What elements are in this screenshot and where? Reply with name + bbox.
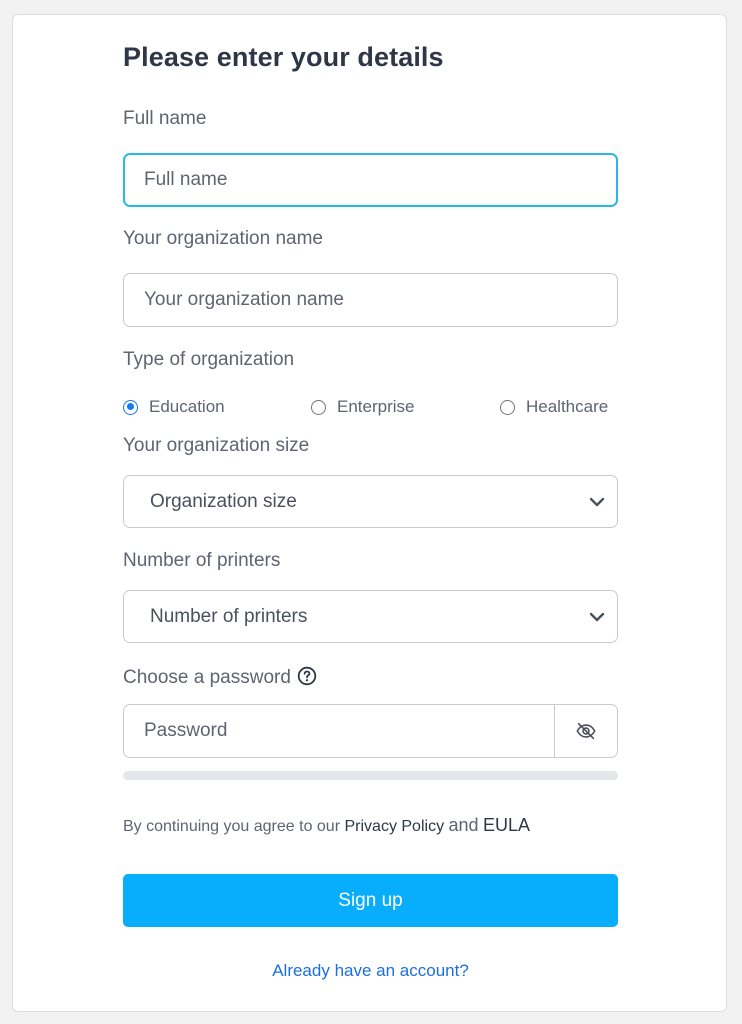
- sign-up-button[interactable]: Sign up: [123, 874, 618, 927]
- password-label: Choose a password: [123, 667, 291, 688]
- eula-link[interactable]: EULA: [483, 815, 530, 835]
- org-name-input[interactable]: [124, 274, 617, 326]
- radio-healthcare[interactable]: Healthcare: [500, 397, 608, 417]
- org-size-selected-value: Organization size: [150, 490, 297, 512]
- already-have-account-link[interactable]: Already have an account?: [272, 961, 469, 980]
- printers-select[interactable]: Number of printers: [123, 590, 618, 643]
- org-type-radio-group: Education Enterprise Healthcare: [123, 397, 618, 421]
- password-field-wrapper: [123, 704, 618, 758]
- org-size-label: Your organization size: [123, 435, 310, 456]
- radio-healthcare-dot[interactable]: [500, 399, 515, 415]
- signup-card: Please enter your details Full name Your…: [12, 14, 727, 1012]
- org-size-select[interactable]: Organization size: [123, 475, 618, 528]
- radio-enterprise-label: Enterprise: [337, 397, 415, 416]
- password-label-row: Choose a password: [123, 666, 317, 689]
- terms-prefix: By continuing you agree to our: [123, 818, 341, 835]
- full-name-label: Full name: [123, 108, 207, 129]
- radio-education[interactable]: Education: [123, 397, 225, 417]
- password-visibility-toggle[interactable]: [554, 705, 617, 757]
- page-title: Please enter your details: [123, 42, 444, 72]
- privacy-policy-link[interactable]: Privacy Policy: [344, 818, 444, 835]
- radio-education-label: Education: [149, 397, 225, 416]
- org-name-field-wrapper: [123, 273, 618, 327]
- radio-healthcare-label: Healthcare: [526, 397, 609, 416]
- radio-education-dot[interactable]: [123, 399, 138, 415]
- terms-and: and: [448, 815, 479, 835]
- printers-label: Number of printers: [123, 550, 281, 571]
- full-name-field-wrapper: [123, 153, 618, 207]
- eye-slash-icon: [576, 722, 596, 740]
- printers-selected-value: Number of printers: [150, 605, 308, 627]
- terms-text: By continuing you agree to our Privacy P…: [123, 815, 530, 836]
- question-circle-icon[interactable]: [297, 666, 317, 686]
- password-input[interactable]: [124, 705, 554, 757]
- org-type-label: Type of organization: [123, 349, 295, 370]
- password-strength-bar: [123, 771, 618, 780]
- login-link-row: Already have an account?: [13, 961, 728, 981]
- chevron-down-icon: [589, 612, 605, 622]
- org-name-label: Your organization name: [123, 228, 323, 249]
- chevron-down-icon: [589, 497, 605, 507]
- radio-enterprise-dot[interactable]: [311, 399, 326, 415]
- radio-enterprise[interactable]: Enterprise: [311, 397, 414, 417]
- full-name-input[interactable]: [125, 155, 616, 205]
